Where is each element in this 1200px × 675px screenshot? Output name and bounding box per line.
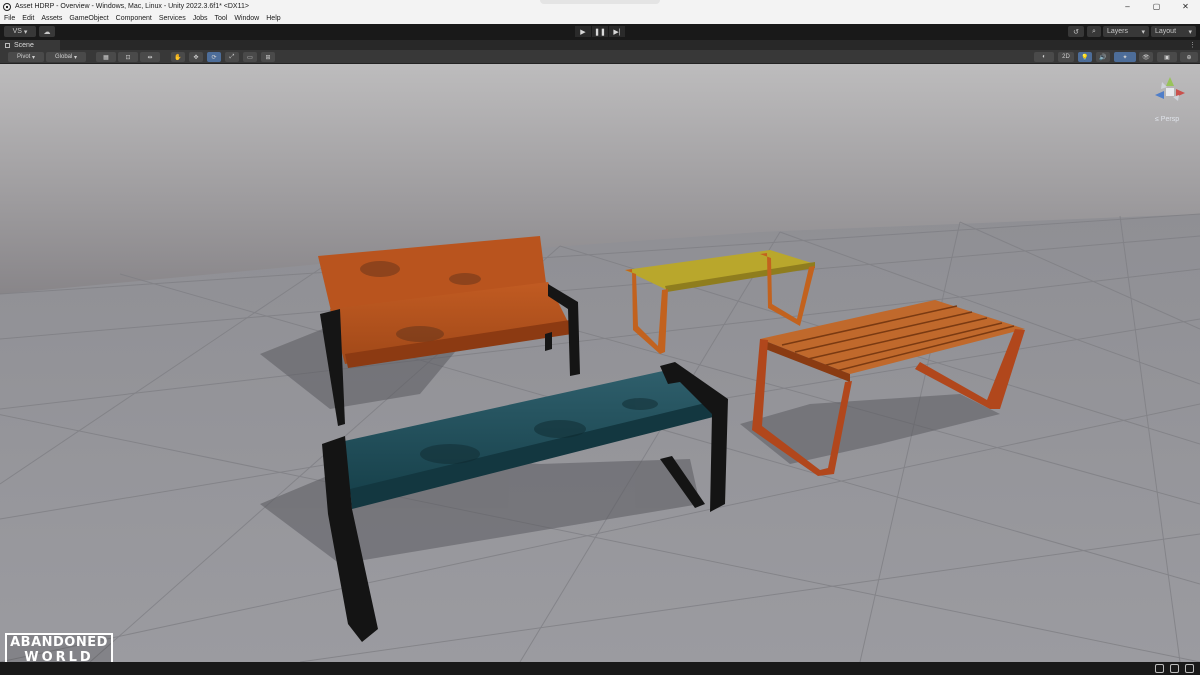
scale-tool[interactable]: ⤢ [225, 52, 239, 62]
grid-snapping-button[interactable]: ▦ [96, 52, 116, 62]
global-toggle[interactable]: Global ▾ [46, 52, 86, 62]
chevron-down-icon: ▾ [23, 28, 28, 36]
chevron-down-icon: ▾ [1141, 28, 1145, 36]
lightbulb-icon: 💡 [1081, 54, 1089, 61]
gizmos-dropdown[interactable]: ⊕ [1180, 52, 1198, 62]
menu-assets[interactable]: Assets [41, 15, 62, 22]
rotate-tool[interactable]: ⟳ [207, 52, 221, 62]
pivot-label: Pivot [16, 54, 31, 60]
effects-dropdown[interactable]: ✦ [1114, 52, 1136, 62]
hand-icon: ✋ [174, 54, 182, 61]
menu-gameobject[interactable]: GameObject [69, 15, 108, 22]
scene-viewport[interactable] [0, 64, 1200, 662]
status-bar [0, 662, 1200, 675]
play-button[interactable]: ▶ [575, 26, 591, 37]
rotate-icon: ⟳ [211, 54, 217, 61]
chevron-down-icon: ▾ [74, 54, 78, 61]
undo-history-button[interactable]: ↺ [1068, 26, 1084, 37]
camera-icon: ▣ [1164, 54, 1170, 61]
step-button[interactable]: ▶| [609, 26, 625, 37]
shading-mode-button[interactable]: ◐ [1034, 52, 1054, 62]
cloud-button[interactable]: ☁ [39, 26, 55, 37]
toggle-2d-button[interactable]: 2D [1058, 52, 1074, 62]
snap-icon: ⊡ [125, 54, 131, 61]
pause-button[interactable]: ❚❚ [592, 26, 608, 37]
layout-dropdown[interactable]: Layout ▾ [1151, 26, 1196, 37]
minimize-button[interactable]: – [1113, 0, 1142, 13]
menu-window[interactable]: Window [234, 15, 259, 22]
logo-line-1: ABANDONED [10, 635, 108, 650]
global-label: Global [54, 54, 73, 60]
playmode-controls: ▶ ❚❚ ▶| [575, 26, 626, 37]
scene-tab-bar: Scene ⋮ [0, 39, 1200, 51]
hand-tool[interactable]: ✋ [171, 52, 185, 62]
title-search-pill [540, 0, 660, 4]
menu-tool[interactable]: Tool [215, 15, 228, 22]
menu-edit[interactable]: Edit [22, 15, 34, 22]
layers-label: Layers [1107, 28, 1129, 35]
gizmos-icon: ⊕ [1186, 54, 1192, 61]
increment-snap-button[interactable]: ⇹ [140, 52, 160, 62]
persp-text: Persp [1160, 116, 1180, 123]
move-tool[interactable]: ✥ [189, 52, 203, 62]
layers-dropdown[interactable]: Layers ▾ [1103, 26, 1149, 37]
menu-jobs[interactable]: Jobs [193, 15, 208, 22]
eye-icon: 👁 [1142, 54, 1150, 61]
menu-file[interactable]: File [4, 15, 15, 22]
history-icon: ↺ [1073, 28, 1079, 36]
scene-render [0, 64, 1200, 662]
transform-icon: ⊞ [265, 54, 271, 61]
audio-toggle[interactable]: 🔊 [1096, 52, 1110, 62]
rect-icon: ▭ [247, 54, 253, 61]
scene-icon [5, 43, 10, 48]
move-icon: ✥ [193, 54, 199, 61]
window-title: Asset HDRP - Overview - Windows, Mac, Li… [15, 3, 249, 10]
scale-icon: ⤢ [229, 53, 235, 60]
check-icon[interactable] [1185, 664, 1194, 673]
close-button[interactable]: ✕ [1171, 0, 1200, 13]
chevron-down-icon: ▾ [32, 54, 36, 61]
shading-icon: ◐ [1042, 54, 1046, 60]
progress-icon[interactable] [1155, 664, 1164, 673]
main-toolbar: VS ▾ ☁ ▶ ❚❚ ▶| ↺ ⌕ Layers ▾ Layout ▾ [0, 24, 1200, 39]
increment-icon: ⇹ [147, 54, 153, 61]
chevron-down-icon: ▾ [1188, 28, 1192, 36]
account-label: VS [12, 28, 22, 35]
menu-component[interactable]: Component [116, 15, 152, 22]
snap-button[interactable]: ⊡ [118, 52, 138, 62]
search-icon: ⌕ [1092, 27, 1096, 35]
menu-services[interactable]: Services [159, 15, 186, 22]
menu-help[interactable]: Help [266, 15, 280, 22]
menu-bar: File Edit Assets GameObject Component Se… [0, 13, 1200, 24]
pivot-toggle[interactable]: Pivot ▾ [8, 52, 44, 62]
effects-icon: ✦ [1122, 54, 1128, 61]
scene-toolbar: Pivot ▾ Global ▾ ▦ ⊡ ⇹ ✋ ✥ ⟳ ⤢ ▭ ⊞ ◐ 2D … [0, 50, 1200, 64]
scene-tab-label: Scene [14, 42, 34, 49]
lighting-toggle[interactable]: 💡 [1078, 52, 1092, 62]
account-dropdown[interactable]: VS ▾ [4, 26, 36, 37]
search-button[interactable]: ⌕ [1087, 26, 1101, 37]
transform-tool[interactable]: ⊞ [261, 52, 275, 62]
panel-menu-icon[interactable]: ⋮ [1189, 41, 1196, 49]
mode-2d-label: 2D [1062, 54, 1070, 60]
cache-icon[interactable] [1170, 664, 1179, 673]
projection-label[interactable]: ≤ Persp [1155, 116, 1179, 123]
maximize-button[interactable]: ▢ [1142, 0, 1171, 13]
unity-icon [3, 2, 11, 11]
grid-icon: ▦ [103, 54, 109, 61]
audio-icon: 🔊 [1099, 54, 1107, 61]
camera-settings-dropdown[interactable]: ▣ [1157, 52, 1177, 62]
rect-tool[interactable]: ▭ [243, 52, 257, 62]
hidden-objects-toggle[interactable]: 👁 [1139, 52, 1153, 62]
window-title-bar: Asset HDRP - Overview - Windows, Mac, Li… [0, 0, 1200, 13]
cloud-icon: ☁ [43, 28, 51, 36]
layout-label: Layout [1155, 28, 1177, 35]
